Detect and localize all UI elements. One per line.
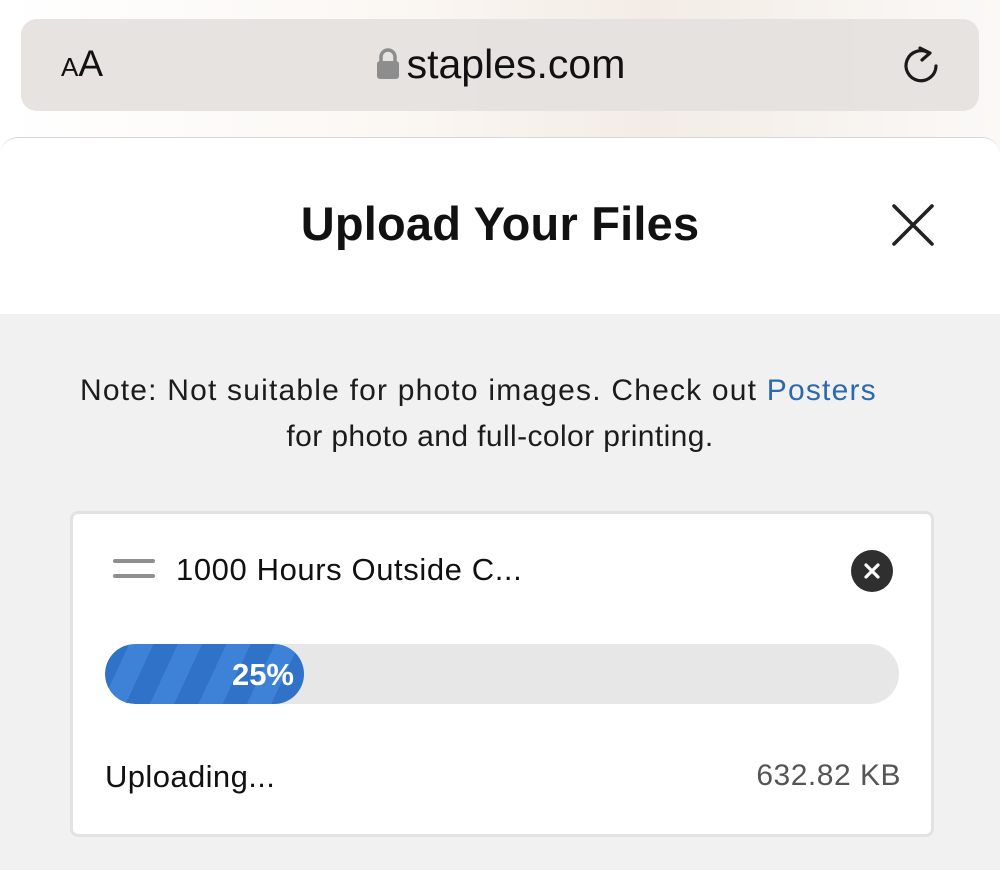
reload-icon[interactable] bbox=[899, 42, 943, 86]
modal-title: Upload Your Files bbox=[300, 197, 700, 250]
lock-icon bbox=[376, 48, 399, 79]
progress-fill: 25% bbox=[105, 644, 304, 704]
note-text: Note: Not suitable for photo images. Che… bbox=[80, 374, 767, 407]
url-field[interactable]: staples.com bbox=[21, 41, 979, 88]
modal-header: Upload Your Files bbox=[0, 138, 1000, 314]
posters-link[interactable]: Posters bbox=[767, 374, 877, 407]
progress-percent: 25% bbox=[231, 657, 294, 692]
close-icon[interactable] bbox=[888, 200, 938, 250]
note-line-1: Note: Not suitable for photo images. Che… bbox=[80, 374, 1000, 408]
domain-text: staples.com bbox=[406, 41, 626, 87]
close-small-icon bbox=[864, 563, 880, 579]
address-bar[interactable]: AA staples.com bbox=[21, 19, 979, 111]
upload-status: Uploading... bbox=[105, 759, 276, 794]
upload-modal: Upload Your Files Note: Not suitable for… bbox=[0, 137, 1000, 870]
drag-handle-icon[interactable] bbox=[113, 559, 155, 579]
file-name: 1000 Hours Outside C... bbox=[176, 552, 523, 587]
progress-bar: 25% bbox=[105, 644, 899, 704]
note-line-2: for photo and full-color printing. bbox=[286, 420, 714, 453]
file-card: 1000 Hours Outside C... 25% Uploading...… bbox=[70, 511, 934, 837]
remove-file-button[interactable] bbox=[851, 550, 893, 592]
file-size: 632.82 KB bbox=[756, 759, 901, 792]
